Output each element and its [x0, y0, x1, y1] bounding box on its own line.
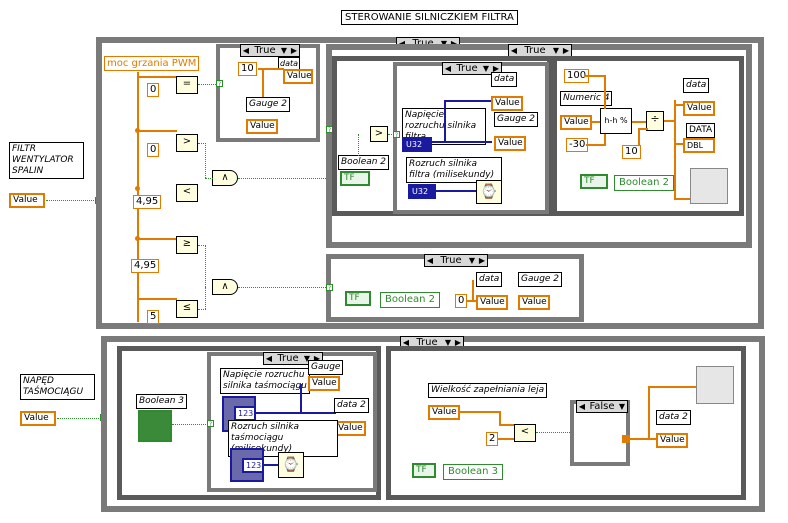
gauge2-label-mid: Gauge 2 — [494, 112, 539, 127]
less-equal-comparator[interactable]: ≤ — [176, 300, 198, 318]
data-upper-label: DATA — [686, 123, 716, 138]
const-495-b[interactable]: 4,95 — [131, 259, 160, 273]
gauge-widget-bottom — [696, 366, 734, 404]
gauge2-indicator-mid: Value — [494, 136, 526, 151]
napiecie-tasm-label: Napięcie rozruchu silnika taśmociągu — [220, 368, 310, 394]
data-label-lower: data — [476, 272, 503, 287]
wielkosc-control[interactable]: Value — [428, 405, 460, 420]
boolean2b-terminal[interactable]: TF — [580, 174, 608, 189]
right-arrow-icon[interactable]: ▶ — [561, 46, 571, 55]
gauge-widget-top — [690, 168, 728, 204]
tunnel-terminal: ? — [207, 420, 214, 428]
gauge2-indicator-top: Value — [246, 119, 278, 134]
data2-label-bottom: data 2 — [334, 398, 369, 413]
equal-comparator[interactable]: = — [176, 76, 198, 94]
i123-tag-1: 123 — [234, 406, 256, 421]
wait-timer-icon[interactable]: ⌚ — [476, 180, 502, 204]
left-arrow-icon[interactable]: ◀ — [577, 402, 587, 411]
lower-case-selector[interactable]: ◀ True ▼ ▶ — [424, 254, 488, 267]
const-zero-a[interactable]: 0 — [147, 83, 160, 97]
data2-indicator-bottom: Value — [334, 421, 366, 436]
scale-function-node[interactable]: h-h % — [600, 108, 632, 134]
const-495-a[interactable]: 4,95 — [133, 195, 162, 209]
gauge-indicator-bottom: Value — [308, 376, 340, 391]
conveyor-control-terminal[interactable]: Value — [20, 411, 56, 426]
diagram-title: STEROWANIE SILNICZKIEM FILTRA — [341, 10, 518, 25]
false-case-selector[interactable]: ◀ False ▼ — [576, 400, 628, 413]
boolean3b-local[interactable]: Boolean 3 — [443, 464, 504, 480]
data-label-mid: data — [491, 72, 518, 87]
gauge2-label-lower: Gauge 2 — [518, 272, 563, 287]
i123-tag-2: 123 — [242, 458, 264, 473]
chevron-down-icon[interactable]: ▼ — [481, 64, 491, 73]
const-five[interactable]: 5 — [147, 310, 160, 324]
const-ten-b[interactable]: 10 — [622, 145, 641, 159]
boolean2c-local[interactable]: Boolean 2 — [380, 292, 441, 308]
const-ten-a[interactable]: 10 — [238, 62, 257, 76]
conveyor-control-label: NAPĘD TAŚMOCIĄGU — [20, 374, 95, 400]
chevron-down-icon[interactable]: ▼ — [467, 256, 477, 265]
gauge2-label-top: Gauge 2 — [246, 97, 291, 112]
case-output-tunnel — [622, 435, 630, 443]
right-arrow-icon[interactable]: ▶ — [289, 46, 299, 55]
divide-node[interactable]: ÷ — [646, 111, 664, 131]
data-indicator-lower: Value — [476, 295, 508, 310]
rozruch-filtr-control[interactable]: U32 — [408, 184, 436, 199]
boolean3-control[interactable] — [138, 410, 172, 442]
napiecie-filtr-control[interactable]: U32 — [402, 137, 432, 152]
gauge2-indicator-lower: Value — [518, 295, 550, 310]
numeric4-control[interactable]: Value — [560, 115, 592, 130]
data2-indicator-right: Value — [656, 433, 688, 448]
data2-label-right: data 2 — [656, 410, 691, 425]
pwm-label: moc grzania PWM — [104, 56, 200, 71]
greater-comparator[interactable]: > — [176, 134, 198, 152]
wielkosc-label: Wielkość zapełniania leja — [428, 383, 548, 398]
boolean2-label: Boolean 2 — [338, 155, 390, 170]
data-indicator-small: Value — [283, 69, 313, 84]
left-arrow-icon[interactable]: ◀ — [509, 46, 519, 55]
left-arrow-icon[interactable]: ◀ — [425, 256, 435, 265]
chevron-down-icon[interactable]: ▼ — [279, 46, 289, 55]
const-two[interactable]: 2 — [486, 432, 499, 446]
data-dbl-indicator: DBL — [683, 138, 715, 153]
greater-comparator-2[interactable]: > — [370, 126, 388, 142]
right-arrow-icon[interactable]: ▶ — [477, 256, 487, 265]
less-comparator-2[interactable]: < — [514, 424, 536, 442]
boolean3b-terminal[interactable]: TF — [412, 463, 436, 478]
wait-timer-icon-2[interactable]: ⌚ — [278, 452, 304, 478]
filter-control-terminal[interactable]: Value — [9, 193, 45, 208]
boolean2b-local[interactable]: Boolean 2 — [614, 175, 675, 191]
bottom-sequence-right — [386, 346, 746, 500]
greater-equal-comparator[interactable]: ≥ — [176, 236, 198, 254]
tunnel-terminal: ? — [393, 131, 400, 139]
less-comparator[interactable]: < — [176, 184, 198, 202]
left-arrow-icon[interactable]: ◀ — [241, 46, 251, 55]
data-label-right: data — [683, 78, 710, 93]
tunnel-terminal: ? — [216, 80, 223, 88]
and-gate-2[interactable]: ∧ — [212, 279, 238, 295]
chevron-down-icon[interactable]: ▼ — [551, 46, 561, 55]
left-arrow-icon[interactable]: ◀ — [443, 64, 453, 73]
boolean2c-terminal[interactable]: TF — [345, 291, 371, 306]
filter-control-label: FILTR WENTYLATOR SPALIN — [9, 142, 84, 179]
gauge-label-bottom: Gauge — [308, 360, 344, 375]
const-minus-thirty[interactable]: -30 — [566, 138, 589, 152]
boolean2-terminal[interactable]: TF — [340, 171, 370, 186]
tunnel-terminal: ? — [326, 284, 333, 292]
boolean3-label: Boolean 3 — [136, 394, 188, 409]
and-gate-1[interactable]: ∧ — [212, 170, 238, 186]
chevron-down-icon[interactable]: ▼ — [617, 402, 627, 411]
data-indicator-right: Value — [683, 101, 715, 116]
left-arrow-icon[interactable]: ◀ — [264, 354, 274, 363]
data-indicator-mid: Value — [491, 96, 523, 111]
top-small-selector[interactable]: ◀ True ▼ ▶ — [240, 44, 300, 57]
const-zero-b[interactable]: 0 — [147, 143, 160, 157]
